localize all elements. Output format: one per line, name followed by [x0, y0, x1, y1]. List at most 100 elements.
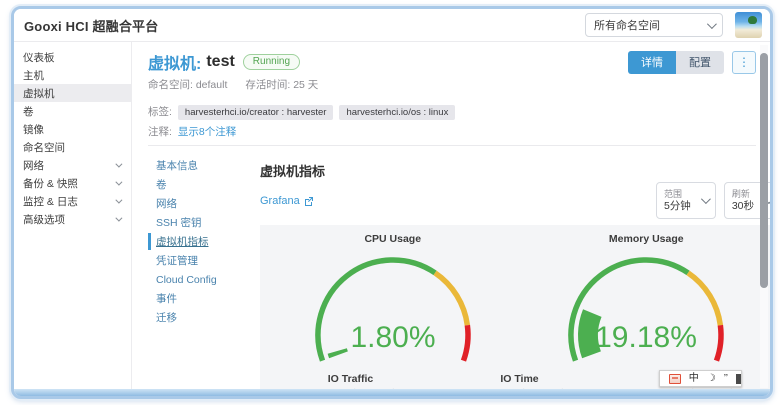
config-button[interactable]: 配置 [676, 51, 724, 74]
sidebar-item-label: 仪表板 [23, 50, 122, 65]
chevron-down-icon [115, 214, 122, 221]
label-tag: harvesterhci.io/creator : harvester [178, 105, 334, 120]
subnav-item-8[interactable]: 迁移 [148, 308, 248, 327]
vm-detail: 基本信息卷网络SSH 密钥虚拟机指标凭证管理Cloud Config事件迁移 虚… [148, 150, 756, 395]
chart-title: IO Time [435, 369, 604, 385]
vm-subnav: 基本信息卷网络SSH 密钥虚拟机指标凭证管理Cloud Config事件迁移 [148, 150, 248, 395]
subnav-item-2[interactable]: 网络 [148, 194, 248, 213]
annotations-row: 注释: 显示8个注释 [148, 124, 756, 139]
annotations-title: 注释: [148, 124, 172, 139]
sidebar-item-label: 网络 [23, 158, 115, 173]
chevron-down-icon [115, 178, 122, 185]
labels-row: 标签: harvesterhci.io/creator : harvesterh… [148, 104, 756, 119]
more-actions-button[interactable]: ⋮ [732, 51, 756, 74]
sidebar-item-label: 监控 & 日志 [23, 194, 115, 209]
sidebar-item-5[interactable]: 命名空间 [14, 138, 131, 156]
external-link-icon [304, 196, 314, 206]
label-tag: harvesterhci.io/os : linux [339, 105, 455, 120]
chart-title: IO Traffic [266, 369, 435, 385]
status-badge: Running [243, 54, 300, 71]
metrics-controls: Grafana 范围 5分钟 [260, 182, 770, 219]
sidebar: 仪表板主机虚拟机卷镜像命名空间网络备份 & 快照监控 & 日志高级选项 [14, 42, 132, 395]
range-select-value: 5分钟 [664, 200, 691, 212]
namespace-select-value: 所有命名空间 [594, 17, 707, 33]
scrollbar-thumb[interactable] [760, 53, 768, 288]
app-header: Gooxi HCI 超融合平台 所有命名空间 [14, 9, 770, 42]
sidebar-item-9[interactable]: 高级选项 [14, 210, 131, 228]
ime-toolbar: 中 ☽ ’’ [659, 370, 742, 387]
subnav-item-5[interactable]: 凭证管理 [148, 251, 248, 270]
resource-type-link[interactable]: 虚拟机: [148, 50, 201, 74]
ime-moon-icon[interactable]: ☽ [707, 371, 716, 386]
sidebar-item-label: 高级选项 [23, 212, 115, 227]
sidebar-item-3[interactable]: 卷 [14, 102, 131, 120]
sidebar-item-label: 镜像 [23, 122, 122, 137]
subnav-item-1[interactable]: 卷 [148, 175, 248, 194]
sidebar-item-label: 主机 [23, 68, 122, 83]
refresh-select-text: 刷新 30秒 [732, 189, 754, 212]
grafana-link-label: Grafana [260, 195, 300, 207]
sidebar-item-label: 命名空间 [23, 140, 122, 155]
divider [148, 145, 756, 146]
sidebar-item-1[interactable]: 主机 [14, 66, 131, 84]
scrollbar [760, 45, 768, 388]
range-select-text: 范围 5分钟 [664, 189, 691, 212]
gauge-cpu-usage: CPU Usage1.80% [266, 229, 520, 367]
chevron-down-icon [115, 196, 122, 203]
sidebar-item-label: 虚拟机 [23, 86, 122, 101]
chevron-down-icon [115, 160, 122, 167]
sidebar-item-0[interactable]: 仪表板 [14, 48, 131, 66]
gauge-memory-usage: Memory Usage19.18% [520, 229, 771, 367]
vm-namespace-info: 命名空间: default [148, 77, 227, 92]
main-content: 虚拟机: test Running 详情 配置 ⋮ 命名空间: default … [132, 42, 770, 395]
namespace-select[interactable]: 所有命名空间 [585, 13, 723, 37]
pane-title: 虚拟机指标 [260, 161, 770, 180]
labels-title: 标签: [148, 104, 172, 119]
show-annotations-link[interactable]: 显示8个注释 [178, 124, 236, 139]
chevron-down-icon [707, 19, 717, 29]
action-button-group: 详情 配置 [628, 51, 724, 74]
user-avatar[interactable] [735, 12, 762, 38]
sidebar-item-4[interactable]: 镜像 [14, 120, 131, 138]
sidebar-item-8[interactable]: 监控 & 日志 [14, 192, 131, 210]
sidebar-item-6[interactable]: 网络 [14, 156, 131, 174]
gauge-chart: 1.80% [268, 243, 518, 367]
refresh-select-label: 刷新 [732, 189, 754, 200]
kebab-menu-icon: ⋮ [738, 55, 750, 69]
vm-title-row: 虚拟机: test Running 详情 配置 ⋮ [148, 50, 756, 74]
chevron-down-icon [701, 194, 711, 204]
metrics-selects: 范围 5分钟 刷新 30秒 [648, 182, 770, 219]
sidebar-item-7[interactable]: 备份 & 快照 [14, 174, 131, 192]
ime-language-label[interactable]: 中 [689, 371, 699, 386]
range-select[interactable]: 范围 5分钟 [656, 182, 716, 219]
gauge-chart: 19.18% [521, 243, 770, 367]
app-title: Gooxi HCI 超融合平台 [24, 16, 158, 35]
refresh-select-value: 30秒 [732, 200, 754, 212]
subnav-item-3[interactable]: SSH 密钥 [148, 213, 248, 232]
gauge-value: 1.80% [350, 321, 435, 354]
window-bottom-edge [14, 389, 770, 396]
vm-age-info: 存活时间: 25 天 [245, 77, 318, 92]
vm-name: test [206, 53, 234, 71]
vm-meta: 标签: harvesterhci.io/creator : harvesterh… [148, 104, 756, 139]
ime-more-icon[interactable] [736, 374, 741, 384]
ime-punctuation-icon[interactable]: ’’ [724, 371, 728, 386]
subnav-item-0[interactable]: 基本信息 [148, 156, 248, 175]
vm-subtitle: 命名空间: default 存活时间: 25 天 [148, 77, 756, 92]
range-select-label: 范围 [664, 189, 691, 200]
grafana-link[interactable]: Grafana [260, 195, 314, 207]
subnav-item-7[interactable]: 事件 [148, 289, 248, 308]
sidebar-item-label: 卷 [23, 104, 122, 119]
metrics-tab-pane: 虚拟机指标 Grafana 范围 5分钟 [248, 150, 770, 395]
app-window: Gooxi HCI 超融合平台 所有命名空间 仪表板主机虚拟机卷镜像命名空间网络… [11, 6, 773, 399]
gauges-row: CPU Usage1.80%Memory Usage19.18% [266, 229, 770, 367]
sidebar-item-2[interactable]: 虚拟机 [14, 84, 131, 102]
details-button[interactable]: 详情 [628, 51, 676, 74]
sidebar-item-label: 备份 & 快照 [23, 176, 115, 191]
ime-keyboard-icon[interactable] [669, 374, 681, 384]
window-body: 仪表板主机虚拟机卷镜像命名空间网络备份 & 快照监控 & 日志高级选项 虚拟机:… [14, 42, 770, 395]
gauge-value: 19.18% [595, 321, 697, 354]
subnav-item-4[interactable]: 虚拟机指标 [148, 232, 248, 251]
labels-tags: harvesterhci.io/creator : harvester harve… [178, 106, 461, 118]
subnav-item-6[interactable]: Cloud Config [148, 270, 248, 289]
